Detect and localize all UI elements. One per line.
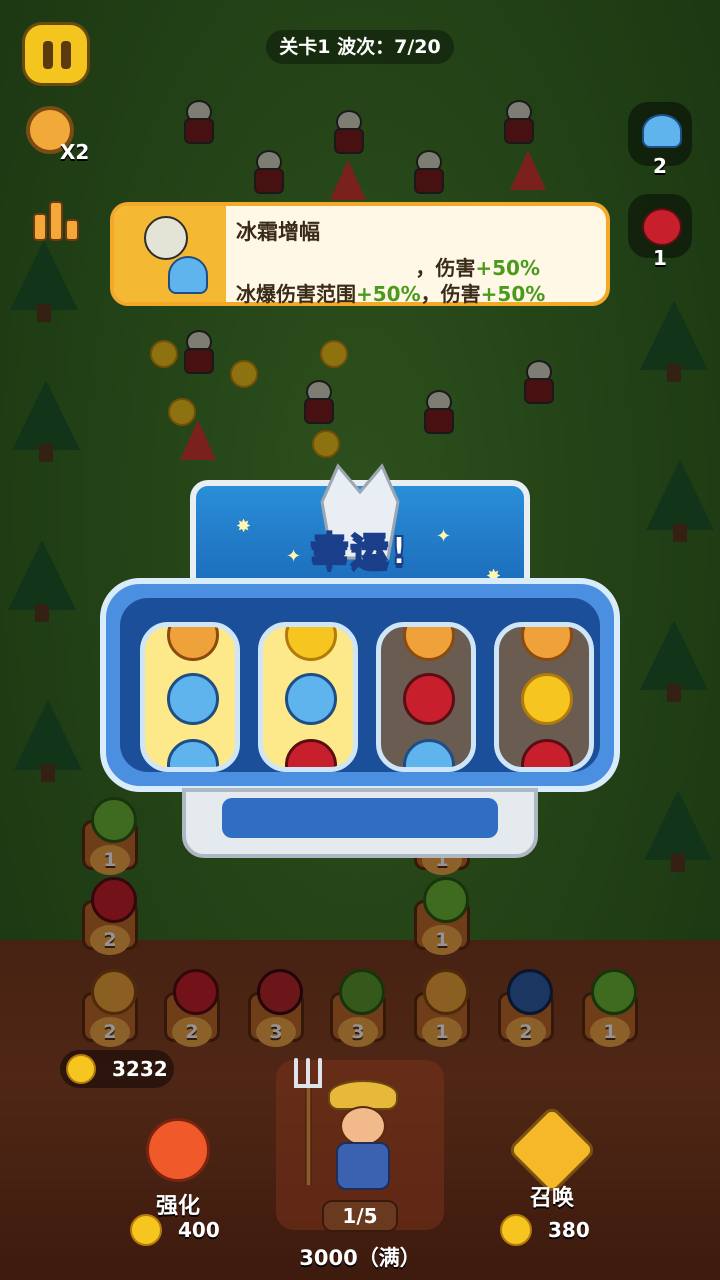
banner-line-2-value-2: +50% <box>480 282 546 306</box>
lucky-title: 幸运! <box>309 528 410 574</box>
cherry-bomb-icon <box>403 673 455 725</box>
slot-reel-4 <box>494 622 594 772</box>
summon-label: 召唤 <box>529 1186 574 1211</box>
speed-button[interactable]: X2 <box>20 100 90 170</box>
fist-icon <box>146 1118 210 1182</box>
cherry-bomb-icon <box>521 739 573 767</box>
banner-line-1-text: ，伤害 <box>415 256 476 280</box>
upgrade-cost-value: 400 <box>178 1218 220 1242</box>
cherry-item-count: 1 <box>653 246 667 270</box>
farmer-face <box>340 1106 386 1146</box>
coin-icon <box>500 1214 532 1246</box>
slot-base-panel <box>222 798 498 838</box>
summon-cost-value: 380 <box>548 1218 590 1242</box>
sun-coin-icon <box>521 673 573 725</box>
slot-reels-panel <box>120 598 600 772</box>
sunflower-icon <box>403 627 455 661</box>
mushroom-item-count: 2 <box>653 154 667 178</box>
mushroom-icon <box>167 673 219 725</box>
coin-total: 3232 <box>60 1050 174 1088</box>
farmer-icon <box>328 1080 398 1190</box>
summon-progress: 1/5 <box>322 1200 398 1232</box>
mushroom-icon <box>403 739 455 767</box>
pause-button[interactable] <box>22 22 90 86</box>
banner-line-1: ，伤害+50% <box>236 252 540 281</box>
mushroom-icon <box>167 739 219 767</box>
sun-coin-icon <box>285 627 337 661</box>
pause-icon <box>43 41 53 69</box>
banner-line-1-value: +50% <box>475 256 540 280</box>
cherry-bomb-icon <box>642 208 682 246</box>
banner-title: 冰霜增幅 <box>236 220 320 244</box>
upgrade-button[interactable]: 强化 <box>132 1106 224 1219</box>
speed-label: X2 <box>60 140 90 164</box>
farmer-overalls <box>336 1142 390 1190</box>
cherry-bomb-icon <box>285 739 337 767</box>
sunflower-icon <box>521 627 573 661</box>
summon-button[interactable]: 召唤 <box>506 1104 598 1211</box>
farm-capacity: 3000（满） <box>299 1246 421 1270</box>
zombie-icon <box>144 216 188 260</box>
upgrade-notification: 冰霜增幅 ，伤害+50% 冰爆伤害范围+50%，伤害+50% <box>110 202 610 306</box>
mushroom-icon <box>168 256 208 294</box>
slot-reel-3 <box>376 622 476 772</box>
sunflower-icon <box>167 627 219 661</box>
banner-line-2-text: 冰爆伤害范围 <box>236 282 356 306</box>
cherry-item-button[interactable]: 1 <box>628 194 692 270</box>
slot-machine-base <box>182 788 538 858</box>
stats-button[interactable] <box>28 190 84 246</box>
mushroom-icon <box>642 114 682 148</box>
coin-icon <box>130 1214 162 1246</box>
pause-icon <box>61 41 71 69</box>
summon-cost: 380 <box>500 1212 610 1248</box>
slot-reel-1 <box>140 622 240 772</box>
coin-icon <box>66 1054 96 1084</box>
banner-line-2-value: +50% <box>356 282 421 306</box>
pitchfork-icon <box>294 1058 322 1186</box>
banner-line-2-mid: ，伤害 <box>420 282 481 306</box>
banner-line-2: 冰爆伤害范围+50%，伤害+50% <box>236 278 545 307</box>
mushroom-icon <box>285 673 337 725</box>
slot-machine <box>100 578 620 792</box>
coin-total-value: 3232 <box>112 1057 168 1081</box>
slot-reel-2 <box>258 622 358 772</box>
mushroom-item-button[interactable]: 2 <box>628 102 692 178</box>
level-wave-indicator: 关卡1 波次：7/20 <box>266 30 454 64</box>
banner-portrait <box>114 206 226 302</box>
upgrade-cost: 400 <box>130 1212 240 1248</box>
